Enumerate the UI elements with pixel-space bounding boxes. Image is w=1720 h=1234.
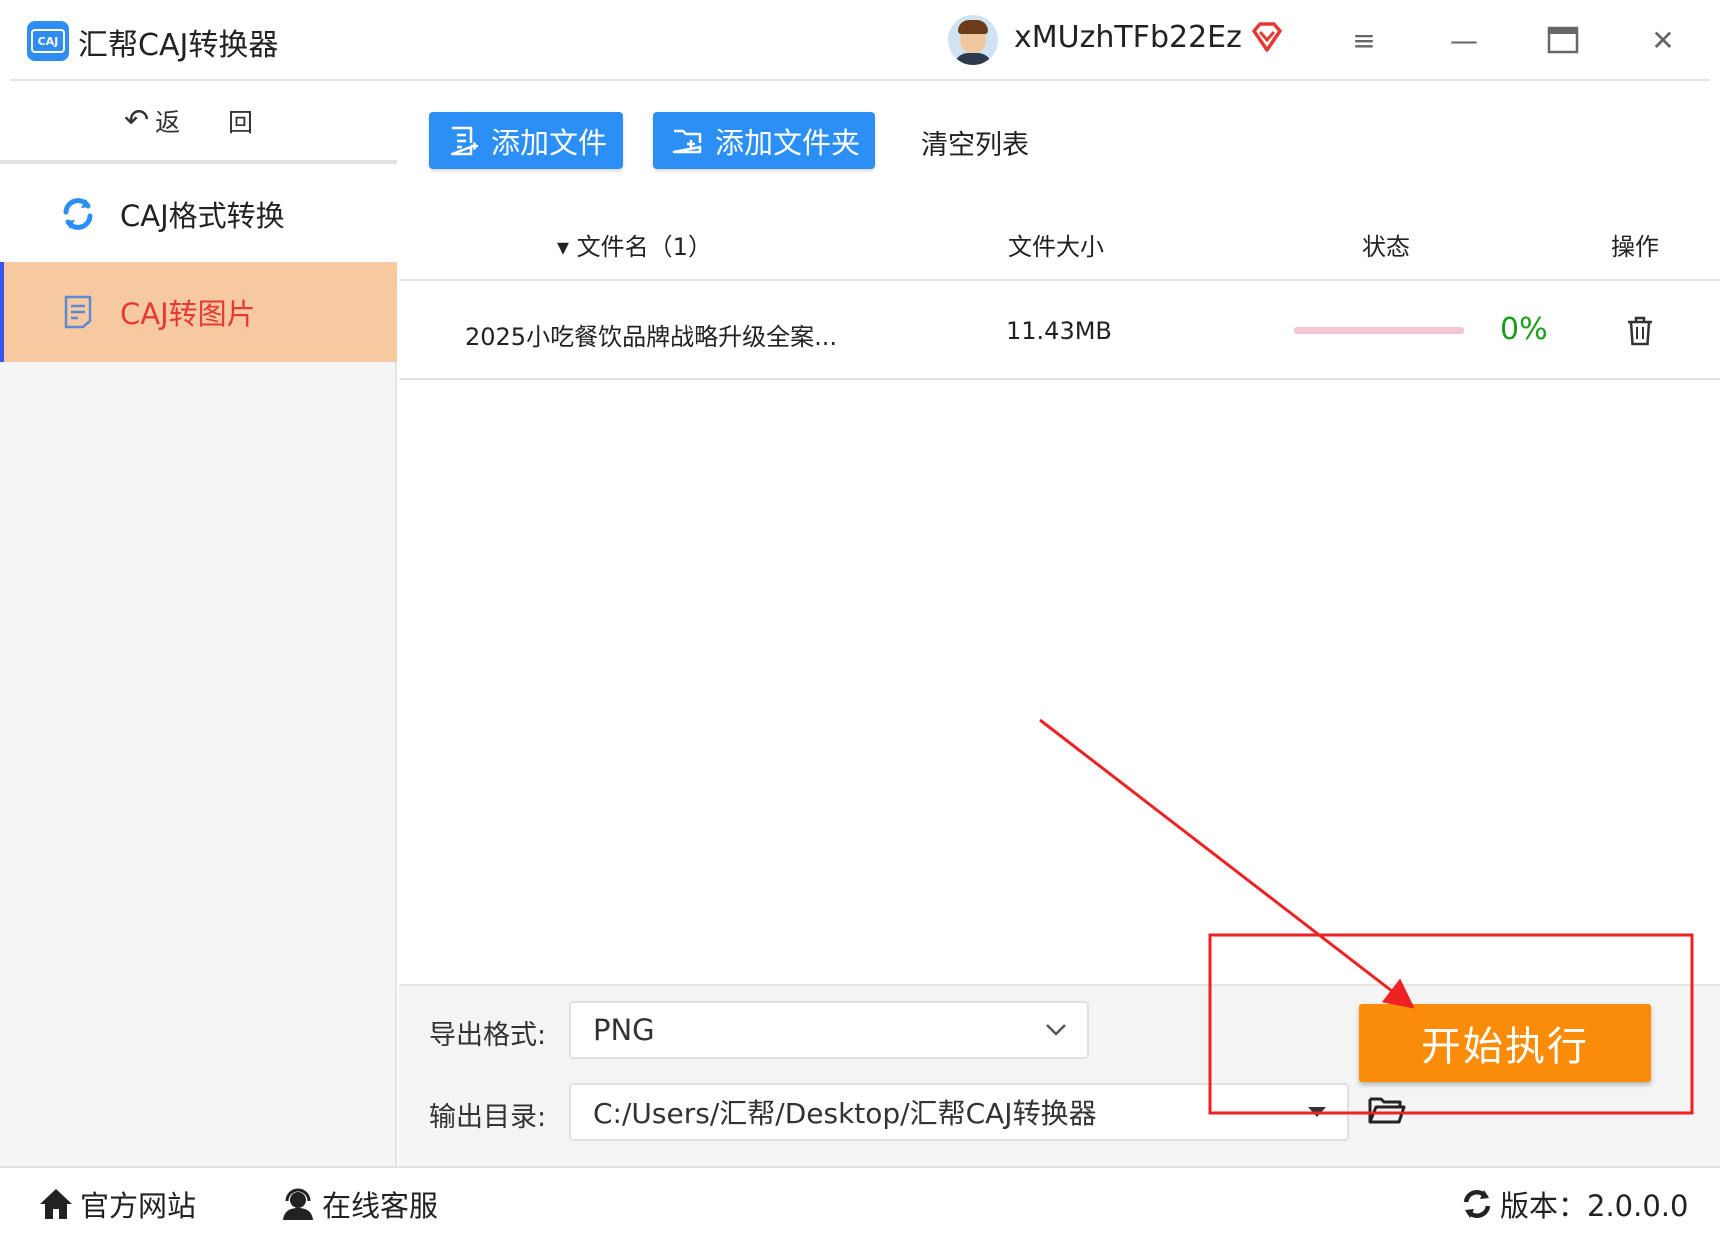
update-icon [1463,1189,1491,1219]
vip-diamond-icon[interactable] [1250,20,1284,54]
back-button[interactable]: ↶ 返 回 [0,81,397,160]
format-label: 导出格式: [429,1020,547,1051]
start-button[interactable]: 开始执行 [1359,1004,1651,1082]
title-bar: CAJ 汇帮CAJ转换器 xMUzhTFb22Ez ≡ — ✕ [0,0,1720,81]
add-folder-button[interactable]: 添加文件夹 [653,112,875,169]
column-header-action: 操作 [1611,233,1659,261]
chevron-down-icon [1046,1024,1066,1036]
progress-bar [1294,327,1464,334]
app-logo-icon: CAJ [27,21,69,61]
clear-list-button[interactable]: 清空列表 [921,123,1029,162]
output-settings-panel: 导出格式: PNG 输出目录: C:/Users/汇帮/Desktop/汇帮CA… [399,984,1720,1166]
add-file-button[interactable]: 添加文件 [429,112,623,169]
minimize-button[interactable]: — [1442,18,1486,62]
folder-plus-icon [672,129,702,153]
file-list-icon [450,126,478,155]
back-label: 返 回 [155,107,274,137]
sidebar: ↶ 返 回 CAJ格式转换 CAJ转图片 [0,81,397,1166]
document-icon [58,292,98,332]
online-support-link[interactable]: 在线客服 [280,1183,438,1225]
trash-icon[interactable] [1623,314,1657,348]
sidebar-item-label: CAJ转图片 [120,297,256,331]
caret-down-icon [1308,1107,1326,1117]
back-arrow-icon: ↶ [123,103,150,138]
column-header-status: 状态 [1362,233,1410,261]
add-file-label: 添加文件 [491,125,608,160]
format-select[interactable]: PNG [569,1001,1089,1059]
output-dir-select[interactable]: C:/Users/汇帮/Desktop/汇帮CAJ转换器 [569,1083,1349,1141]
user-avatar[interactable] [948,15,998,65]
progress-percent: 0% [1500,312,1548,347]
file-size-cell: 11.43MB [1006,317,1112,345]
add-folder-label: 添加文件夹 [715,125,861,160]
open-folder-icon[interactable] [1367,1091,1407,1127]
official-website-link[interactable]: 官方网站 [38,1183,196,1225]
official-website-label: 官方网站 [80,1189,197,1223]
version-label: 版本：2.0.0.0 [1500,1189,1689,1223]
column-header-size: 文件大小 [1008,233,1104,261]
version-info[interactable]: 版本：2.0.0.0 [1460,1183,1688,1225]
refresh-icon [58,194,98,234]
sidebar-item-caj-to-image[interactable]: CAJ转图片 [0,262,397,362]
close-button[interactable]: ✕ [1641,18,1685,62]
column-header-name[interactable]: ▾ 文件名（1） [557,227,712,262]
sidebar-item-caj-format[interactable]: CAJ格式转换 [0,164,397,264]
format-value: PNG [593,1013,655,1047]
maximize-button[interactable] [1541,18,1585,62]
customer-service-icon [283,1188,313,1220]
sidebar-item-label: CAJ格式转换 [120,199,285,233]
main-panel: 添加文件 添加文件夹 清空列表 ▾ 文件名（1） 文件大小 状态 操作 2025… [399,81,1720,1166]
home-icon [40,1189,72,1219]
app-title: 汇帮CAJ转换器 [78,28,279,63]
online-support-label: 在线客服 [322,1189,439,1223]
output-dir-label: 输出目录: [429,1102,547,1133]
footer: 官方网站 在线客服 版本：2.0.0.0 [0,1166,1720,1234]
file-name-cell: 2025小吃餐饮品牌战略升级全案... [465,323,837,351]
app-logo-text: CAJ [31,29,65,53]
menu-icon[interactable]: ≡ [1342,18,1386,62]
output-dir-value: C:/Users/汇帮/Desktop/汇帮CAJ转换器 [593,1097,1097,1130]
username[interactable]: xMUzhTFb22Ez [1014,20,1242,55]
